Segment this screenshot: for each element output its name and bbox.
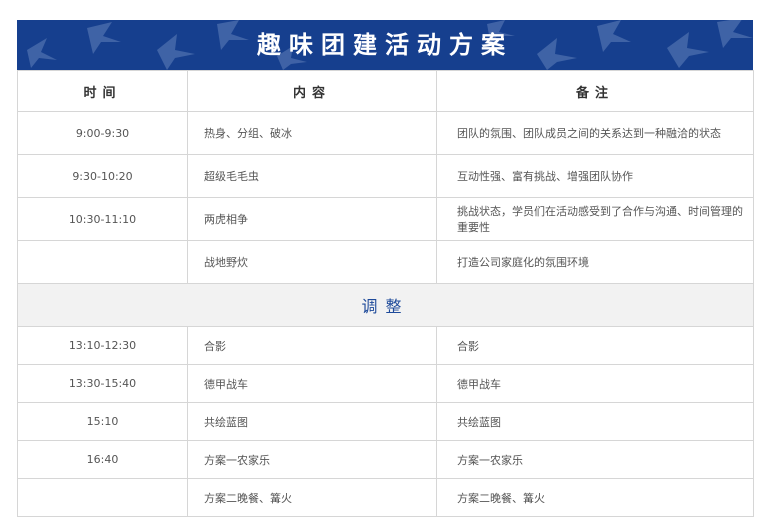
cell-time: 15:10 — [17, 402, 188, 441]
cell-time: 10:30-11:10 — [17, 197, 188, 241]
cell-content: 共绘蓝图 — [187, 402, 437, 441]
activity-plan-sheet: 趣味团建活动方案 时间 内容 备注 9:00-9:30 热身、分组、破冰 团队的… — [17, 20, 754, 517]
title-banner: 趣味团建活动方案 — [17, 20, 753, 70]
cell-note: 方案一农家乐 — [436, 440, 754, 479]
cell-content: 两虎相争 — [187, 197, 437, 241]
table-row: 16:40 方案一农家乐 方案一农家乐 — [17, 440, 754, 479]
cell-content: 方案二晚餐、篝火 — [187, 478, 437, 517]
cell-note: 互动性强、富有挑战、增强团队协作 — [436, 154, 754, 198]
table-row: 10:30-11:10 两虎相争 挑战状态，学员们在活动感受到了合作与沟通、时间… — [17, 197, 754, 241]
cell-content: 超级毛毛虫 — [187, 154, 437, 198]
table-row: 9:30-10:20 超级毛毛虫 互动性强、富有挑战、增强团队协作 — [17, 154, 754, 198]
cell-note: 德甲战车 — [436, 364, 754, 403]
cell-note: 团队的氛围、团队成员之间的关系达到一种融洽的状态 — [436, 111, 754, 155]
header-note: 备注 — [436, 70, 754, 112]
cell-time — [17, 478, 188, 517]
cell-time: 13:30-15:40 — [17, 364, 188, 403]
cell-note: 挑战状态，学员们在活动感受到了合作与沟通、时间管理的重要性 — [436, 197, 754, 241]
cell-content: 德甲战车 — [187, 364, 437, 403]
header-time: 时间 — [17, 70, 188, 112]
cell-content: 合影 — [187, 326, 437, 365]
cell-content: 热身、分组、破冰 — [187, 111, 437, 155]
schedule-table: 时间 内容 备注 9:00-9:30 热身、分组、破冰 团队的氛围、团队成员之间… — [17, 70, 754, 517]
table-row: 9:00-9:30 热身、分组、破冰 团队的氛围、团队成员之间的关系达到一种融洽… — [17, 111, 754, 155]
table-row: 方案二晚餐、篝火 方案二晚餐、篝火 — [17, 478, 754, 517]
cell-time: 9:00-9:30 — [17, 111, 188, 155]
cell-time: 16:40 — [17, 440, 188, 479]
cell-time: 9:30-10:20 — [17, 154, 188, 198]
table-row: 15:10 共绘蓝图 共绘蓝图 — [17, 402, 754, 441]
table-header-row: 时间 内容 备注 — [17, 70, 754, 112]
table-row: 战地野炊 打造公司家庭化的氛围环境 — [17, 240, 754, 284]
cell-time: 13:10-12:30 — [17, 326, 188, 365]
cell-time — [17, 240, 188, 284]
cell-content: 战地野炊 — [187, 240, 437, 284]
separator-label: 调整 — [17, 283, 754, 327]
cell-note: 打造公司家庭化的氛围环境 — [436, 240, 754, 284]
cell-note: 共绘蓝图 — [436, 402, 754, 441]
separator-row: 调整 — [17, 283, 754, 327]
cell-note: 方案二晚餐、篝火 — [436, 478, 754, 517]
header-content: 内容 — [187, 70, 437, 112]
cell-content: 方案一农家乐 — [187, 440, 437, 479]
table-row: 13:30-15:40 德甲战车 德甲战车 — [17, 364, 754, 403]
cell-note: 合影 — [436, 326, 754, 365]
page-title: 趣味团建活动方案 — [257, 31, 513, 59]
table-row: 13:10-12:30 合影 合影 — [17, 326, 754, 365]
